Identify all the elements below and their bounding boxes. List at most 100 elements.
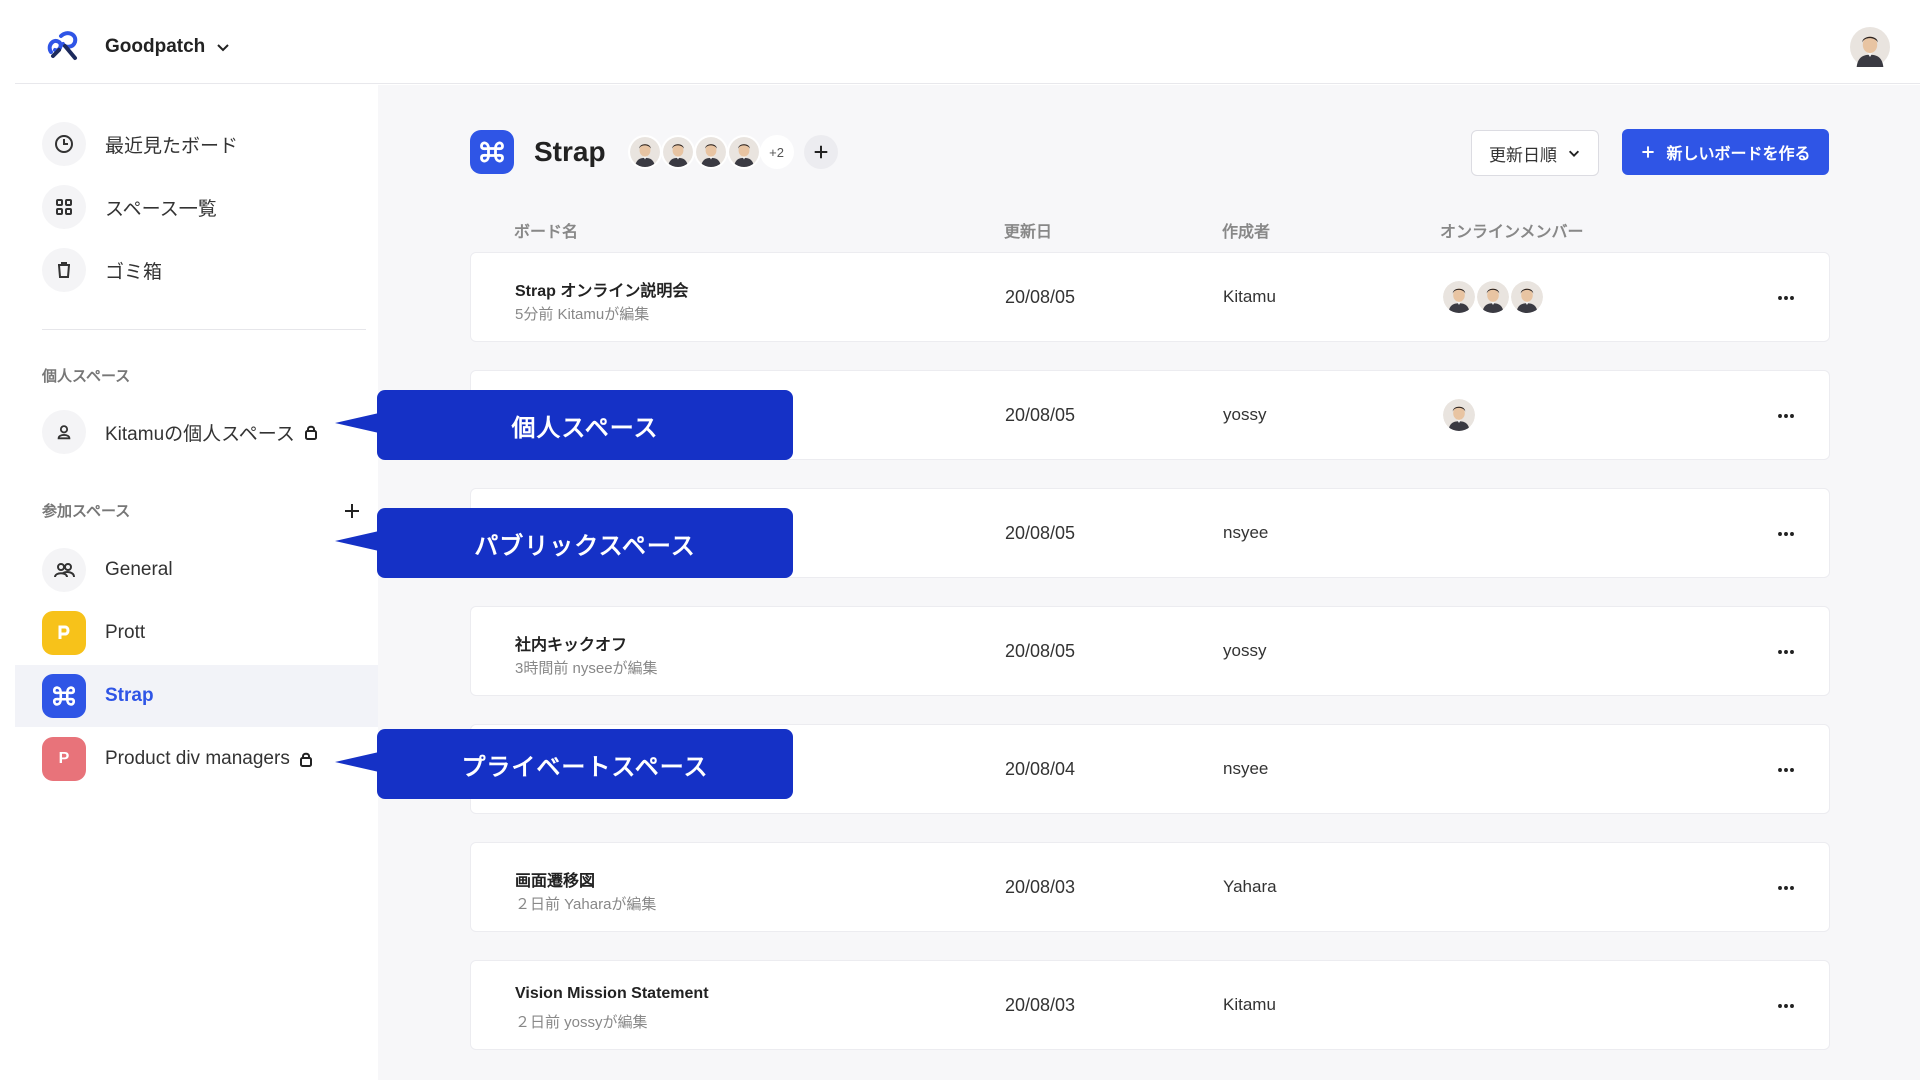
board-creator: Kitamu [1223, 287, 1276, 306]
more-icon[interactable] [1771, 755, 1801, 785]
sidebar-item-label: Strap [105, 685, 154, 706]
main-content: Strap +2 更新日順 新しいボードを作る ボード名 更新日 作成者 オンラ… [378, 85, 1920, 1080]
sidebar-item-strap[interactable]: Strap [15, 665, 378, 727]
sidebar-item-label: Prott [105, 622, 146, 643]
sidebar-item-recent[interactable]: 最近見たボード [15, 113, 378, 175]
new-board-label: 新しいボードを作る [1666, 146, 1811, 163]
more-icon[interactable] [1771, 283, 1801, 313]
board-creator: yossy [1223, 641, 1267, 660]
plus-icon [814, 145, 827, 159]
new-board-button[interactable]: 新しいボードを作る [1622, 129, 1829, 175]
board-creator: yossy [1223, 405, 1267, 424]
sort-label: 更新日順 [1489, 145, 1557, 165]
sidebar-item-personal-space[interactable]: Kitamuの個人スペース [15, 401, 378, 463]
board-name: 社内キックオフ [515, 637, 628, 654]
add-space-icon[interactable] [340, 499, 364, 523]
avatar [660, 135, 695, 169]
strap-logo [470, 130, 514, 174]
board-updated: 20/08/04 [1005, 759, 1076, 779]
plus-icon [1642, 146, 1655, 158]
clock-icon [42, 122, 86, 166]
table-row[interactable]: Vision Mission Statement ２日前 yossyが編集 20… [470, 960, 1830, 1050]
top-bar: Goodpatch [15, 0, 1920, 84]
board-updated: 20/08/05 [1005, 641, 1076, 661]
joined-section-label: 参加スペース [42, 503, 131, 520]
prott-logo [42, 611, 86, 655]
user-avatar[interactable] [1850, 27, 1890, 67]
org-switcher[interactable]: Goodpatch [105, 36, 231, 58]
callout-public-space: パブリックスペース [377, 508, 793, 578]
board-name: Strap オンライン説明会 [515, 283, 689, 300]
board-updated: 20/08/03 [1005, 877, 1076, 897]
personal-section-label: 個人スペース [42, 368, 131, 385]
board-creator: nsyee [1223, 523, 1269, 542]
sidebar-item-spaces[interactable]: スペース一覧 [15, 176, 378, 238]
lock-icon [304, 425, 317, 440]
avatar [1441, 279, 1477, 315]
add-member-button[interactable] [803, 135, 838, 169]
board-edit-info: 5分前 Kitamuが編集 [515, 306, 650, 323]
column-header-name: ボード名 [514, 224, 579, 241]
space-initial-icon: P [42, 737, 86, 781]
sidebar: 最近見たボード スペース一覧 ゴミ箱 個人スペース Kitamuの個人スペース … [15, 85, 378, 1080]
grid-icon [42, 185, 86, 229]
board-edit-info: ２日前 yossyが編集 [515, 1014, 648, 1031]
more-icon[interactable] [1771, 401, 1801, 431]
table-row[interactable]: 画面遷移図 ２日前 Yaharaが編集 20/08/03 Yahara [470, 842, 1830, 932]
goodpatch-logo[interactable] [45, 28, 83, 62]
avatar [1475, 279, 1511, 315]
board-updated: 20/08/05 [1005, 405, 1076, 425]
sidebar-item-label: General [105, 559, 173, 580]
sidebar-item-general[interactable]: General [15, 539, 378, 601]
sidebar-divider [42, 329, 366, 330]
callout-private-space: プライベートスペース [377, 729, 793, 799]
board-creator: Yahara [1223, 877, 1277, 896]
space-initial: P [58, 750, 70, 767]
avatar [726, 135, 761, 169]
users-icon [42, 548, 86, 592]
page-title: Strap [534, 136, 606, 167]
board-name: 画面遷移図 [515, 873, 596, 890]
column-header-online: オンラインメンバー [1440, 224, 1584, 241]
sidebar-item-prott[interactable]: Prott [15, 602, 378, 664]
board-edit-info: 3時間前 nyseeが編集 [515, 660, 658, 677]
callout-pointer [335, 752, 379, 772]
sidebar-item-product-div-managers[interactable]: P Product div managers [15, 728, 378, 790]
member-stack[interactable]: +2 [627, 135, 794, 169]
online-members [1441, 279, 1545, 315]
user-icon [42, 410, 86, 454]
strap-logo [42, 674, 86, 718]
space-header: Strap +2 [470, 130, 838, 174]
sort-select[interactable]: 更新日順 [1471, 130, 1599, 176]
sidebar-item-label: スペース一覧 [105, 198, 217, 220]
avatar [1441, 397, 1477, 433]
board-updated: 20/08/05 [1005, 287, 1076, 307]
board-name: Vision Mission Statement [515, 985, 709, 1002]
chevron-down-icon [1568, 150, 1580, 157]
chevron-down-icon [217, 44, 229, 52]
extra-members-count: +2 [759, 135, 794, 169]
column-header-updated: 更新日 [1004, 224, 1053, 241]
sidebar-item-trash[interactable]: ゴミ箱 [15, 239, 378, 301]
sidebar-item-label: 最近見たボード [105, 135, 239, 157]
more-icon[interactable] [1771, 637, 1801, 667]
board-creator: Kitamu [1223, 995, 1276, 1014]
online-members [1441, 397, 1477, 433]
column-header-creator: 作成者 [1222, 224, 1271, 241]
table-row[interactable]: 社内キックオフ 3時間前 nyseeが編集 20/08/05 yossy [470, 606, 1830, 696]
more-icon[interactable] [1771, 519, 1801, 549]
table-row[interactable]: Strap オンライン説明会 5分前 Kitamuが編集 20/08/05 Ki… [470, 252, 1830, 342]
sidebar-item-label: Kitamuの個人スペース [105, 423, 295, 445]
lock-icon [299, 752, 312, 767]
avatar [627, 135, 662, 169]
org-name: Goodpatch [105, 36, 206, 57]
callout-pointer [335, 531, 379, 551]
sidebar-item-label: Product div managers [105, 748, 290, 769]
board-updated: 20/08/03 [1005, 995, 1076, 1015]
more-icon[interactable] [1771, 873, 1801, 903]
more-icon[interactable] [1771, 991, 1801, 1021]
sidebar-item-label: ゴミ箱 [105, 261, 163, 283]
avatar [1509, 279, 1545, 315]
board-updated: 20/08/05 [1005, 523, 1076, 543]
avatar [693, 135, 728, 169]
